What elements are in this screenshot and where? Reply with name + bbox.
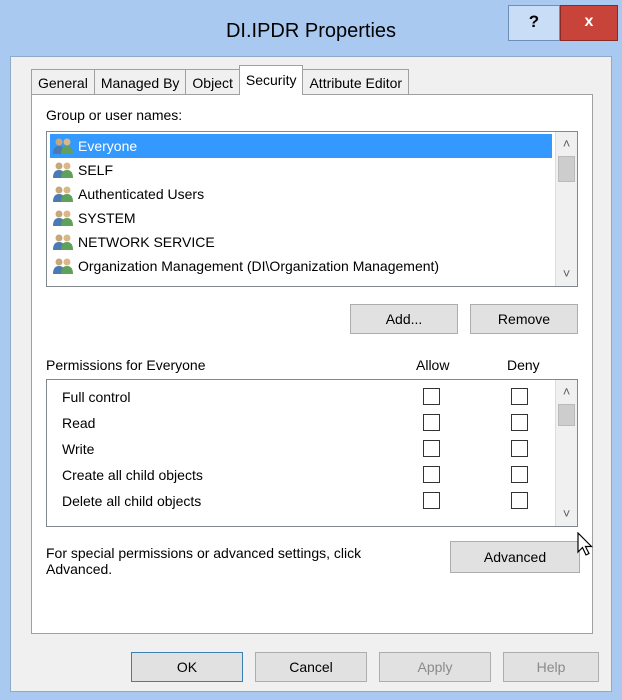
tab-object[interactable]: Object (185, 69, 240, 95)
allow-checkbox[interactable] (423, 414, 440, 431)
allow-column-header: Allow (416, 357, 450, 373)
tab-attribute-editor[interactable]: Attribute Editor (302, 69, 410, 95)
mouse-cursor-icon (577, 532, 593, 556)
deny-checkbox[interactable] (511, 466, 528, 483)
user-group-icon (52, 185, 74, 203)
title-bar[interactable]: DI.IPDR Properties ? x (0, 0, 622, 56)
allow-checkbox[interactable] (423, 492, 440, 509)
permissions-list[interactable]: Full control Read Write Create all child ob… (46, 379, 578, 527)
user-name: Authenticated Users (78, 186, 205, 202)
security-tab-panel: Group or user names: Everyone SELF Authent… (31, 94, 593, 634)
user-list[interactable]: Everyone SELF Authenticated Users SYSTEM NET… (46, 131, 578, 287)
user-name: SELF (78, 162, 114, 178)
permission-name: Read (62, 415, 96, 431)
allow-checkbox[interactable] (423, 466, 440, 483)
deny-checkbox[interactable] (511, 414, 528, 431)
tab-managed-by[interactable]: Managed By (93, 69, 187, 95)
scroll-thumb[interactable] (558, 156, 575, 182)
help-button[interactable]: ? (508, 5, 560, 41)
allow-checkbox[interactable] (423, 388, 440, 405)
list-item[interactable]: NETWORK SERVICE (50, 230, 215, 254)
permission-name: Create all child objects (62, 467, 203, 483)
scroll-down-icon[interactable]: ˅ (556, 264, 577, 284)
user-list-scrollbar[interactable]: ˄ ˅ (555, 132, 577, 286)
tab-strip: General Managed By Object Security Attri… (31, 65, 410, 95)
user-group-icon (52, 137, 74, 155)
deny-column-header: Deny (507, 357, 540, 373)
close-button[interactable]: x (560, 5, 618, 41)
deny-checkbox[interactable] (511, 388, 528, 405)
list-item[interactable]: SYSTEM (50, 206, 136, 230)
list-item[interactable]: Organization Management (DI\Organization… (50, 254, 439, 278)
deny-checkbox[interactable] (511, 440, 528, 457)
permissions-for-label: Permissions for Everyone (46, 357, 206, 373)
allow-checkbox[interactable] (423, 440, 440, 457)
user-group-icon (52, 233, 74, 251)
help-footer-button[interactable]: Help (503, 652, 599, 682)
tab-security[interactable]: Security (238, 65, 304, 95)
list-item[interactable]: Everyone (50, 134, 552, 158)
tab-general[interactable]: General (31, 69, 95, 95)
add-button[interactable]: Add... (350, 304, 458, 334)
cancel-button[interactable]: Cancel (255, 652, 367, 682)
user-group-icon (52, 209, 74, 227)
user-group-icon (52, 161, 74, 179)
user-name: NETWORK SERVICE (78, 234, 215, 250)
permissions-scrollbar[interactable]: ˄ ˅ (555, 380, 577, 526)
user-name: SYSTEM (78, 210, 136, 226)
user-name: Organization Management (DI\Organization… (78, 258, 440, 274)
user-group-icon (52, 257, 74, 275)
scroll-thumb[interactable] (558, 404, 575, 426)
group-or-user-names-label: Group or user names: (46, 107, 183, 123)
user-name: Everyone (78, 138, 138, 154)
permission-name: Write (62, 441, 95, 457)
ok-button[interactable]: OK (131, 652, 243, 682)
advanced-button[interactable]: Advanced (450, 541, 580, 573)
list-item[interactable]: SELF (50, 158, 113, 182)
properties-dialog: DI.IPDR Properties ? x General Managed B… (0, 0, 622, 700)
permission-name: Delete all child objects (62, 493, 202, 509)
scroll-down-icon[interactable]: ˅ (556, 504, 577, 524)
list-item[interactable]: Authenticated Users (50, 182, 204, 206)
scroll-up-icon[interactable]: ˄ (556, 134, 577, 154)
permission-name: Full control (62, 389, 131, 405)
advanced-hint-text: For special permissions or advanced sett… (46, 545, 362, 577)
deny-checkbox[interactable] (511, 492, 528, 509)
scroll-up-icon[interactable]: ˄ (556, 382, 577, 402)
apply-button[interactable]: Apply (379, 652, 491, 682)
remove-button[interactable]: Remove (470, 304, 578, 334)
dialog-client-area: General Managed By Object Security Attri… (10, 56, 612, 692)
